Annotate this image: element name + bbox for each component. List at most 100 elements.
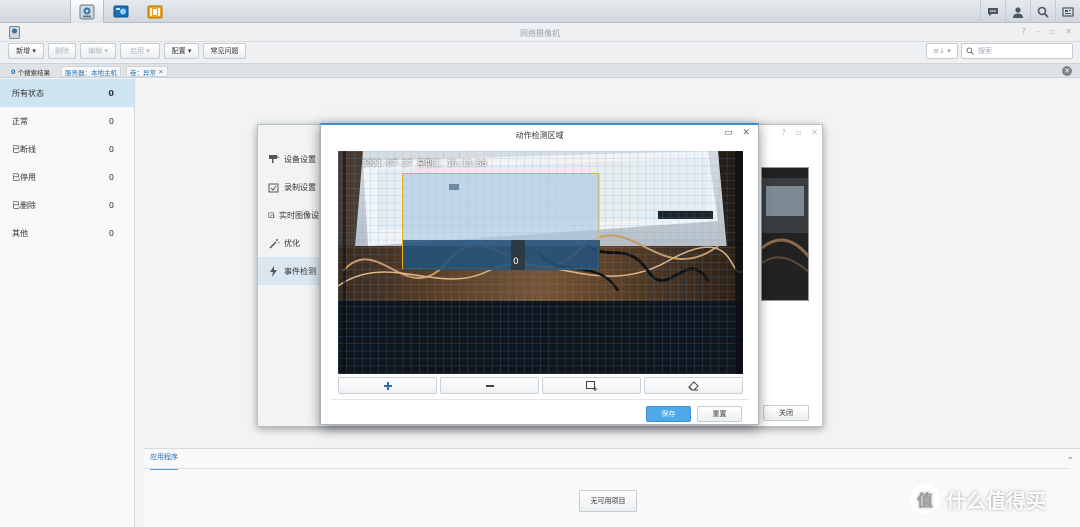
user-button[interactable] [1005,0,1030,23]
maximize-icon[interactable]: ▭ [724,128,733,138]
taskbar-app-monitor[interactable] [104,0,138,23]
sidebar-item-disabled[interactable]: 已停用 0 [0,163,134,191]
dialog-title: 动作检测区域 [515,131,564,140]
window-title: 网络摄像机 [520,29,560,38]
watermark-text: 什么值得买 [946,488,1046,513]
settings-nav-recording[interactable]: 录制设置 [258,173,319,201]
enable-button[interactable]: 启用 ▾ [120,43,160,59]
no-items-button[interactable]: 无可用项目 [579,490,637,512]
reset-button[interactable]: 重置 [697,406,742,422]
status-sidebar: 所有状态 0 正常 0 已断线 0 已停用 0 已删除 0 其他 0 [0,79,135,527]
settings-nav-device[interactable]: 设备设置 [258,145,319,173]
filter-chip-server[interactable]: 服务器：本地主机 [61,66,121,77]
motion-detection-dialog: 动作检测区域 ▭ ✕ 2021-07-27 星期二 15:13:56 0 保存 … [320,123,759,425]
divider [331,399,749,400]
settings-nav-label: 录制设置 [284,182,316,192]
view-toggle-button[interactable]: ≡↓ ▾ [926,43,958,59]
settings-nav-event[interactable]: 事件检测 [258,257,319,285]
settings-nav-label: 事件检测 [284,266,316,276]
sidebar-item-all[interactable]: 所有状态 0 [0,79,134,107]
settings-nav: 设备设置 录制设置 实时图像设 优化 事件检测 [258,125,320,426]
minimize-icon[interactable]: – [1036,27,1040,36]
enable-label: 启用 [130,47,145,55]
edit-label: 编辑 [88,47,103,55]
notification-button[interactable] [980,0,1005,23]
sidebar-item-count: 0 [108,172,114,182]
remove-chip-icon[interactable]: ✕ [158,68,163,76]
close-icon[interactable]: ✕ [742,128,750,138]
dropdown-caret-icon: ▾ [104,47,108,55]
minus-icon [485,384,494,387]
sidebar-item-label: 所有状态 [12,88,44,98]
detection-region[interactable]: 0 [402,173,600,270]
search-icon [1037,6,1049,18]
faq-label: 常见问题 [210,47,239,55]
maximize-icon[interactable]: ▫ [796,128,801,137]
toolbar: 新增 ▾ 删除 编辑 ▾ 启用 ▾ 配置 ▾ 常见问题 ≡↓ ▾ 搜索 [0,42,1080,62]
sidebar-item-label: 正常 [12,116,28,126]
taskbar [0,0,1080,527]
new-button[interactable]: 新增 ▾ [8,43,44,59]
watermark: 值 什么值得买 [910,484,1046,514]
watermark-logo-icon: 值 [910,484,940,514]
magic-wand-icon [269,238,280,249]
help-icon[interactable]: ? [782,128,786,137]
sidebar-item-other[interactable]: 其他 0 [0,219,134,247]
settings-nav-optimize[interactable]: 优化 [258,229,319,257]
sidebar-item-label: 其他 [12,228,28,238]
sidebar-item-count: 0 [108,228,114,238]
add-region-button[interactable] [542,377,641,394]
lightning-icon [270,265,277,277]
list-view-icon: ≡↓ [933,47,945,55]
sidebar-item-count: 0 [108,116,114,126]
taskbar-app-surveillance[interactable] [70,0,104,23]
user-icon [1013,6,1023,18]
camera-video-frame[interactable]: 2021-07-27 星期二 15:13:56 0 [338,151,743,374]
sidebar-item-label: 已删除 [12,200,36,210]
sidebar-item-label: 已停用 [12,172,36,182]
record-settings-icon [268,183,279,192]
help-icon[interactable]: ? [1022,27,1026,36]
monitor-center-icon [113,5,129,17]
taskbar-app-timeline[interactable] [138,0,172,23]
camera-preview-thumbnail [761,167,809,301]
sidebar-item-deleted[interactable]: 已删除 0 [0,191,134,219]
maximize-icon[interactable]: ▫ [1050,27,1055,36]
dropdown-caret-icon: ▾ [32,47,36,55]
add-region-icon [585,380,597,391]
save-button[interactable]: 保存 [646,406,691,422]
dropdown-caret-icon: ▾ [947,47,951,55]
widgets-button[interactable] [1055,0,1080,23]
clear-filter-icon[interactable]: ✕ [1062,66,1072,76]
camera-settings-icon [269,155,279,163]
region-tools [338,377,743,394]
erase-button[interactable] [644,377,743,394]
edit-button[interactable]: 编辑 ▾ [80,43,116,59]
config-button[interactable]: 配置 ▾ [164,43,199,59]
close-icon[interactable]: ✕ [1065,27,1072,36]
search-icon [966,47,974,55]
faq-button[interactable]: 常见问题 [203,43,246,59]
sidebar-item-normal[interactable]: 正常 0 [0,107,134,135]
delete-button[interactable]: 删除 [48,43,76,59]
remove-area-button[interactable] [440,377,539,394]
add-area-button[interactable] [338,377,437,394]
config-label: 配置 [171,47,186,55]
result-count-number: 0 [11,67,16,76]
preview-image [762,168,808,300]
collapse-icon[interactable]: ⌄ [1066,452,1074,462]
new-label: 新增 [16,47,31,55]
dropdown-caret-icon: ▾ [187,47,192,55]
sidebar-item-disconnected[interactable]: 已断线 0 [0,135,134,163]
filter-bar: 0 个搜索结果 服务器：本地主机 卷：异常 ✕ ✕ [0,63,1080,78]
eraser-icon [688,380,699,391]
filter-chip-volume[interactable]: 卷：异常 ✕ [126,66,168,77]
search-input[interactable]: 搜索 [961,43,1073,59]
search-button[interactable] [1030,0,1055,23]
settings-nav-liveview[interactable]: 实时图像设 [258,201,319,229]
sidebar-item-count: 0 [108,88,114,98]
close-icon[interactable]: ✕ [811,128,818,137]
filter-chip-volume-label: 卷：异常 [130,68,156,77]
close-button[interactable]: 关闭 [763,405,809,421]
app-title-bar: 网络摄像机 ? – ▫ ✕ [0,23,1080,42]
